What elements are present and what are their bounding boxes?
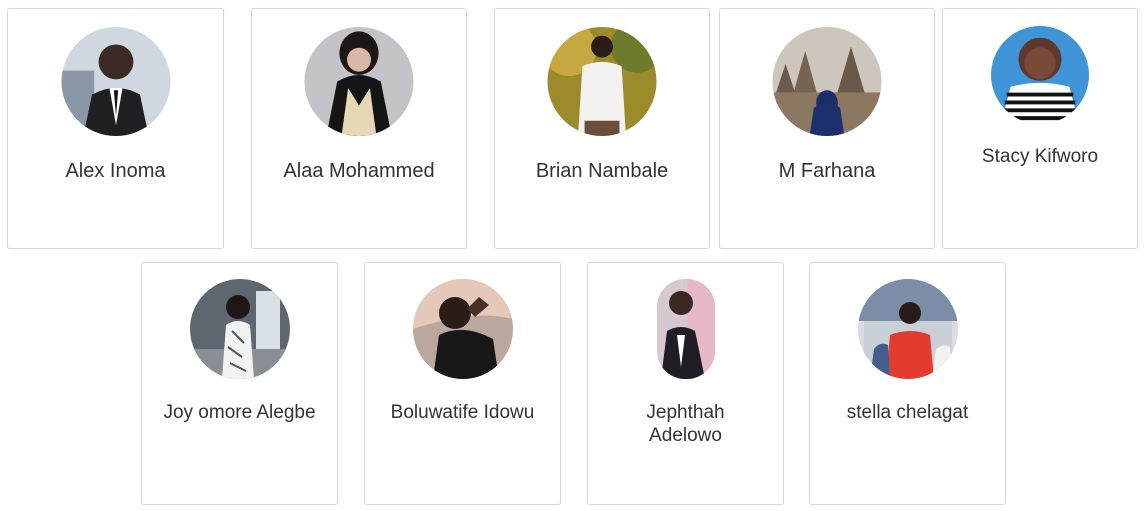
avatar-image	[547, 27, 657, 136]
member-name: Boluwatife Idowu	[390, 402, 535, 423]
member-name: Brian Nambale	[535, 160, 669, 182]
member-card[interactable]: stella chelagat	[809, 262, 1006, 505]
member-name: Jephthah Adelowo	[646, 402, 725, 446]
member-card[interactable]: Joy omore Alegbe	[141, 262, 338, 505]
avatar-image	[304, 27, 414, 136]
member-card[interactable]: Alaa Mohammed	[251, 8, 467, 249]
avatar-image	[656, 279, 715, 379]
member-card[interactable]: Alex Inoma	[7, 8, 224, 249]
member-name: Stacy Kifworo	[981, 146, 1099, 167]
member-name: Joy omore Alegbe	[163, 402, 316, 423]
avatar-image	[189, 279, 290, 379]
member-card[interactable]: Stacy Kifworo	[942, 8, 1138, 249]
member-name: M Farhana	[778, 160, 876, 182]
avatar-image	[772, 27, 882, 136]
avatar-image	[412, 279, 513, 379]
member-card[interactable]: Boluwatife Idowu	[364, 262, 561, 505]
member-card[interactable]: Jephthah Adelowo	[587, 262, 784, 505]
avatar-image	[857, 279, 958, 379]
member-name: stella chelagat	[846, 402, 969, 423]
avatar-image	[991, 26, 1089, 124]
member-card[interactable]: Brian Nambale	[494, 8, 710, 249]
avatar-image	[61, 27, 170, 136]
member-card[interactable]: M Farhana	[719, 8, 935, 249]
member-name: Alex Inoma	[65, 160, 166, 182]
member-name: Alaa Mohammed	[283, 160, 435, 182]
